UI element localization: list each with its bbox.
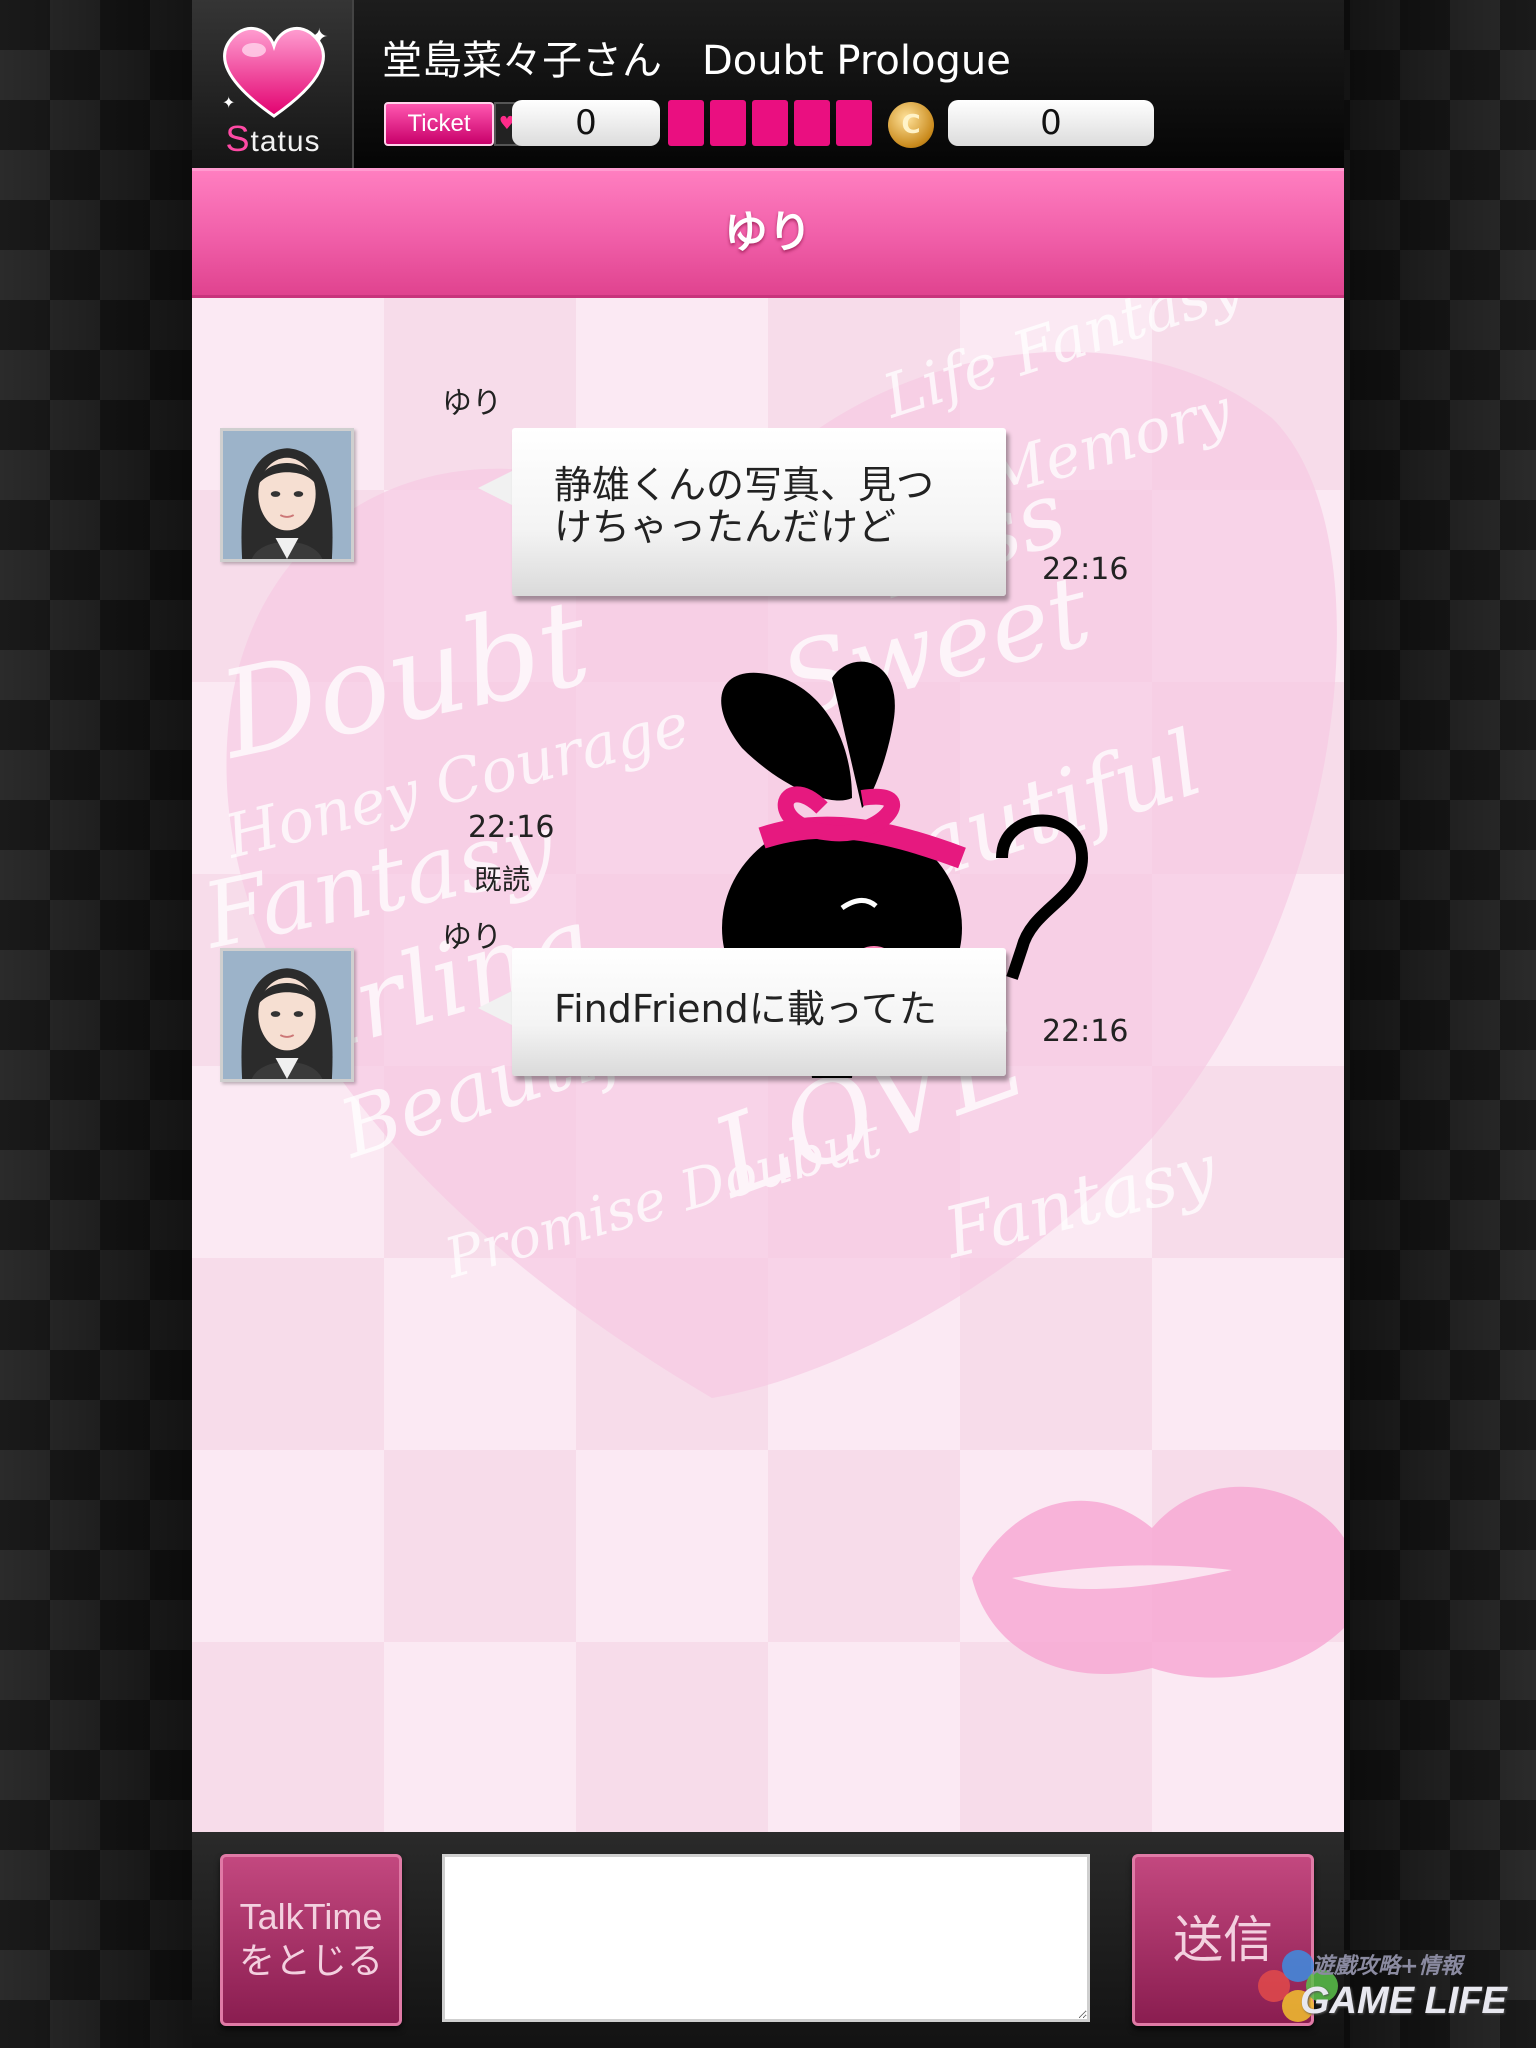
sender-name: ゆり: [442, 386, 502, 421]
status-bar: ✦ ✦ Status 堂島菜々子さん Doubt Prologue Ticket …: [192, 0, 1344, 168]
watermark-title: GAME LIFE: [1300, 1980, 1507, 2022]
watermark-caption: 遊戲攻略+情報: [1312, 1954, 1463, 1979]
chat-title: ゆり: [724, 207, 812, 258]
avatar[interactable]: [220, 948, 354, 1082]
chat-header: ゆり: [192, 168, 1344, 298]
game-screen: ✦ ✦ Status 堂島菜々子さん Doubt Prologue Ticket …: [192, 0, 1344, 2048]
story-title: Doubt Prologue: [702, 38, 1011, 84]
player-name: 堂島菜々子さん: [382, 38, 662, 84]
life-cell: [752, 100, 788, 146]
message-time: 22:16: [1042, 1014, 1129, 1049]
message-input[interactable]: [442, 1854, 1090, 2022]
message-bubble[interactable]: 静雄くんの写真、見つけちゃったんだけど: [512, 428, 1006, 596]
right-backdrop: [1344, 0, 1536, 2048]
coin-count: 0: [948, 100, 1154, 146]
bubble-tail: [478, 990, 514, 1026]
svg-text:✦: ✦: [222, 93, 235, 112]
life-gauge: [668, 100, 872, 146]
heart-icon: ✦ ✦: [222, 25, 328, 118]
ticket-badge: Ticket: [384, 102, 494, 146]
message-time: 22:16: [1042, 552, 1129, 587]
close-talktime-label: TalkTime をとじる: [238, 1896, 383, 1981]
message-time: 22:16: [468, 810, 555, 845]
coin-icon: C: [888, 102, 934, 148]
bubble-tail: [478, 470, 514, 506]
ticket-count: 0: [512, 100, 660, 146]
yuri-portrait-icon: [223, 431, 351, 559]
close-talktime-button[interactable]: TalkTime をとじる: [220, 1854, 402, 2026]
input-bar: TalkTime をとじる 送信: [192, 1832, 1344, 2048]
left-backdrop: [0, 0, 192, 2048]
sender-name: ゆり: [442, 920, 502, 955]
profile-title: 堂島菜々子さん Doubt Prologue: [382, 28, 1011, 86]
life-cell: [836, 100, 872, 146]
message-bubble[interactable]: FindFriendに載ってた: [512, 948, 1006, 1076]
avatar[interactable]: [220, 428, 354, 562]
status-label: Status: [225, 118, 321, 159]
yuri-portrait-icon: [223, 951, 351, 1079]
life-cell: [710, 100, 746, 146]
life-cell: [794, 100, 830, 146]
svg-text:✦: ✦: [310, 25, 328, 50]
status-button[interactable]: ✦ ✦ Status: [192, 0, 354, 168]
chat-area[interactable]: Doubt Sweet Kiss Fantasy Darling Beautif…: [192, 298, 1344, 1832]
read-receipt: 既読: [474, 863, 531, 896]
bunny-sticker-icon[interactable]: [662, 658, 1122, 1158]
life-cell: [668, 100, 704, 146]
